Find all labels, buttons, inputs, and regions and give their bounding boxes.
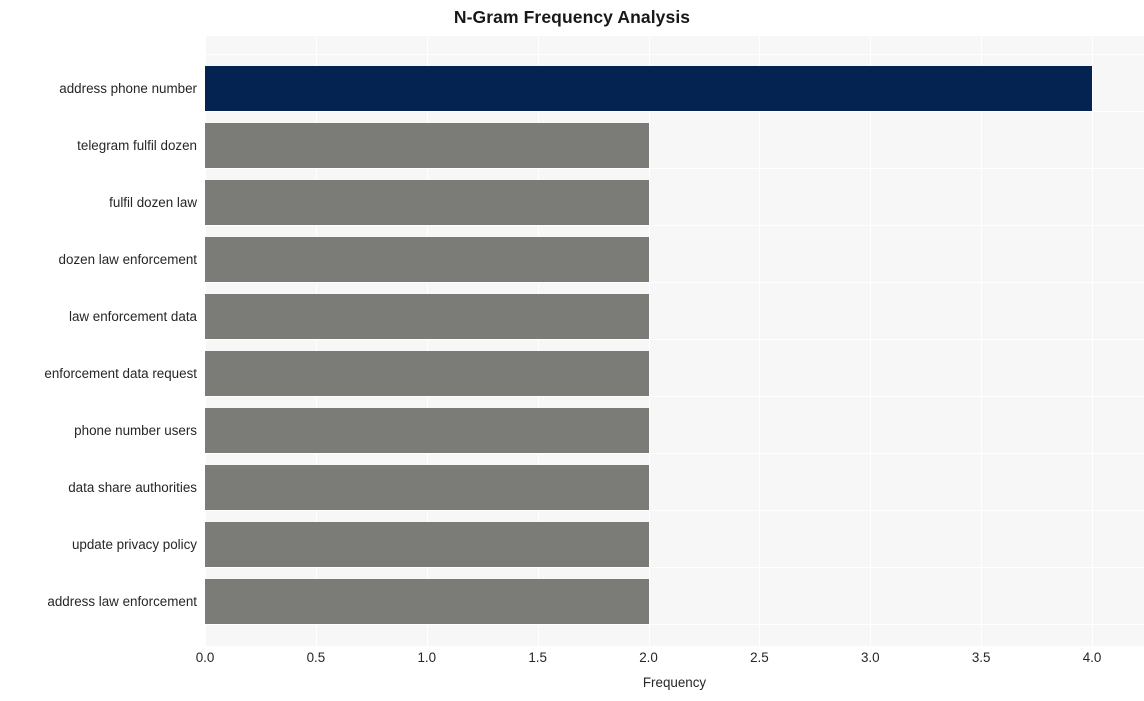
gridline-horizontal-2	[205, 168, 1144, 169]
gridline-horizontal-6	[205, 396, 1144, 397]
y-axis-tick-label: update privacy policy	[71, 536, 197, 552]
x-axis-tick-label: 0.0	[195, 650, 215, 665]
plot-area	[205, 36, 1144, 646]
x-axis-tick-label: 1.5	[528, 650, 547, 665]
bar	[205, 294, 649, 339]
gridline-horizontal-8	[205, 510, 1144, 511]
bar	[205, 351, 649, 396]
gridline-horizontal-5	[205, 339, 1144, 340]
gridline-vertical-2.5	[759, 36, 761, 646]
x-axis-tick-label: 2.0	[639, 650, 658, 665]
y-axis-tick-labels: address phone number telegram fulfil doze…	[0, 36, 197, 646]
bar	[205, 66, 1092, 111]
gridline-horizontal-0	[205, 54, 1144, 55]
bar	[205, 180, 649, 225]
gridline-vertical-4.0	[1092, 36, 1093, 646]
bar	[205, 237, 649, 282]
gridline-horizontal-4	[205, 282, 1144, 283]
bar	[205, 579, 649, 624]
y-axis-tick-label: phone number users	[74, 422, 197, 438]
y-axis-tick-label: law enforcement data	[68, 308, 197, 324]
bar	[205, 123, 649, 168]
y-axis-tick-label: telegram fulfil dozen	[77, 137, 197, 153]
gridline-vertical-3.0	[870, 36, 872, 646]
y-axis-tick-label: fulfil dozen law	[109, 194, 197, 210]
y-axis-tick-label: enforcement data request	[44, 365, 197, 381]
chart-title: N-Gram Frequency Analysis	[453, 7, 691, 27]
gridline-vertical-3.5	[981, 36, 983, 646]
gridline-horizontal-1	[205, 111, 1144, 112]
bar	[205, 408, 649, 453]
gridline-horizontal-3	[205, 225, 1144, 226]
y-axis-tick-label: address law enforcement	[47, 593, 197, 609]
bar	[205, 522, 649, 567]
y-axis-tick-label: address phone number	[59, 80, 197, 96]
x-axis-tick-label: 3.5	[971, 650, 991, 665]
y-axis-tick-label: data share authorities	[68, 479, 197, 495]
ngram-frequency-chart: N-Gram Frequency Analysis address phone …	[0, 0, 1144, 701]
x-axis-tick-label: 3.0	[860, 650, 880, 665]
y-axis-tick-label: dozen law enforcement	[58, 251, 197, 267]
x-axis-tick-label: 1.0	[417, 650, 437, 665]
gridline-vertical-2.0	[648, 36, 650, 646]
x-axis-tick-label: 2.5	[750, 650, 769, 665]
x-axis-tick-label: 0.5	[306, 650, 326, 665]
gridline-horizontal-9	[205, 567, 1144, 568]
gridline-horizontal-10	[205, 624, 1144, 625]
gridline-horizontal-7	[205, 453, 1144, 454]
x-axis-tick-label: 4.0	[1082, 650, 1102, 665]
x-axis-tick-labels: 0.0 0.5 1.0 1.5 2.0 2.5 3.0 3.5 4.0	[196, 650, 1144, 672]
x-axis-label: Frequency	[642, 675, 707, 690]
bar	[205, 465, 649, 510]
